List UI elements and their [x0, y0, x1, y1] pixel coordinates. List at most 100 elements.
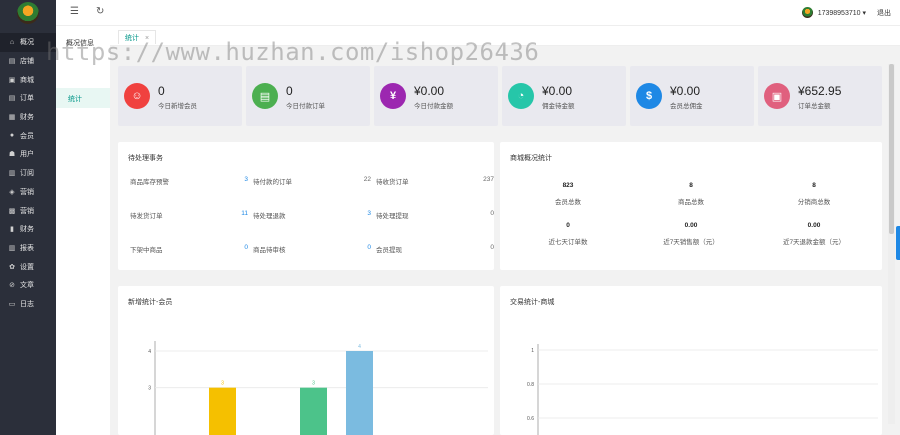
gift-icon: ▩ — [8, 207, 16, 215]
sidebar-item-label: 商城 — [20, 76, 34, 84]
sidebar-item-12[interactable]: ✿ 设置 — [0, 257, 56, 276]
sidebar-item-label: 概况 — [20, 39, 34, 47]
stat-card[interactable]: ¥ ¥0.00 今日付款金额 — [374, 66, 498, 126]
mall-stat-value: 8 — [689, 182, 693, 189]
stat-card[interactable]: ▤ 0 今日付款订单 — [246, 66, 370, 126]
finance-icon: ▦ — [8, 114, 16, 122]
todo-label[interactable]: 待发货订单 — [130, 210, 163, 220]
bar[interactable] — [300, 387, 327, 435]
stat-value: ¥0.00 — [670, 84, 701, 98]
sidebar-item-label: 报表 — [20, 244, 34, 252]
todo-label[interactable]: 商品待审核 — [253, 244, 286, 254]
stat-label: 今日新增会员 — [158, 103, 197, 110]
stat-icon: ☺ — [124, 83, 150, 109]
trade-line-chart: 1 0.8 0.6 — [527, 344, 878, 435]
sidebar-item-13[interactable]: ⊘ 文章 — [0, 276, 56, 295]
logout-link[interactable]: 退出 — [877, 8, 891, 18]
subnav-item-stats[interactable]: 统计 — [56, 88, 110, 108]
log-icon: ▭ — [8, 300, 16, 308]
avatar — [801, 7, 813, 18]
order-icon: ▤ — [8, 95, 16, 103]
todo-label[interactable]: 下架中商品 — [130, 244, 163, 254]
mall-stat-label: 会员总数 — [555, 199, 581, 206]
todo-label[interactable]: 待收货订单 — [376, 176, 409, 186]
sidebar-item-label: 营销 — [20, 188, 34, 196]
user-icon: ☗ — [8, 151, 16, 159]
sidebar-item-10[interactable]: ▮ 财务 — [0, 220, 56, 239]
mall-overview-title: 商城概况统计 — [510, 155, 552, 162]
todo-label[interactable]: 待处理退款 — [253, 210, 286, 220]
todo-label[interactable]: 待付款的订单 — [253, 176, 292, 186]
sidebar-item-4[interactable]: ▦ 财务 — [0, 108, 56, 127]
refresh-icon[interactable]: ↻ — [96, 6, 104, 17]
todo-label[interactable]: 待处理提现 — [376, 210, 409, 220]
y-tick-label: 0.8 — [527, 382, 534, 388]
stat-label: 订单总金额 — [798, 103, 831, 110]
sidebar-item-2[interactable]: ▣ 商城 — [0, 70, 56, 89]
settings-icon: ✿ — [9, 263, 15, 271]
bar[interactable] — [346, 351, 373, 435]
y-tick-label: 3 — [148, 386, 151, 392]
todo-label[interactable]: 商品库存预警 — [130, 176, 169, 186]
menu-toggle-icon[interactable]: ☰ — [70, 6, 79, 17]
sidebar-item-label: 财务 — [20, 114, 34, 122]
sidebar-item-3[interactable]: ▤ 订单 — [0, 89, 56, 108]
sidebar-item-14[interactable]: ▭ 日志 — [0, 295, 56, 314]
sidebar-item-label: 会员 — [20, 132, 34, 140]
stat-card[interactable]: ☺ 0 今日新增会员 — [118, 66, 242, 126]
sidebar-item-6[interactable]: ☗ 用户 — [0, 145, 56, 164]
stat-card[interactable]: ◔ ¥0.00 佣金待金额 — [502, 66, 626, 126]
bar-value-label: 3 — [221, 381, 224, 387]
stat-value: 0 — [158, 84, 165, 98]
mall-stat-label: 近7天销售额（元） — [663, 239, 719, 246]
member-icon: ● — [9, 132, 15, 140]
todo-label[interactable]: 会员提现 — [376, 244, 402, 254]
shop-icon: ▣ — [8, 76, 16, 84]
bar-value-label: 4 — [358, 344, 361, 350]
username: 17398953710 ▾ — [817, 9, 866, 17]
report-icon: ▥ — [8, 244, 16, 252]
sidebar-item-label: 财务 — [20, 226, 34, 234]
sidebar-item-5[interactable]: ● 会员 — [0, 126, 56, 145]
mall-stat-value: 0.00 — [684, 222, 698, 229]
y-tick-label: 0.6 — [527, 416, 534, 422]
side-float-tab[interactable] — [896, 226, 900, 260]
scrollbar-thumb[interactable] — [889, 64, 894, 234]
bar[interactable] — [209, 387, 236, 435]
todo-count[interactable]: 0 — [228, 244, 248, 251]
sidebar-item-8[interactable]: ◈ 营销 — [0, 183, 56, 202]
logo[interactable] — [17, 2, 39, 24]
user-menu[interactable]: 17398953710 ▾ — [801, 7, 866, 18]
sidebar-item-9[interactable]: ▩ 营销 — [0, 201, 56, 220]
sidebar-item-label: 营销 — [20, 207, 34, 215]
stat-icon: ▤ — [252, 83, 278, 109]
article-icon: ⊘ — [9, 282, 15, 290]
stat-card[interactable]: ▣ ¥652.95 订单总金额 — [758, 66, 882, 126]
todo-count[interactable]: 0 — [351, 244, 371, 251]
todo-count[interactable]: 3 — [228, 176, 248, 183]
todo-count[interactable]: 11 — [228, 210, 248, 217]
mall-stat-label: 分销商总数 — [797, 199, 831, 206]
stat-icon: ▣ — [764, 83, 790, 109]
y-tick-label: 1 — [531, 348, 534, 354]
stat-card[interactable]: $ ¥0.00 会员总佣金 — [630, 66, 754, 126]
stat-value: ¥652.95 — [798, 84, 842, 98]
stat-label: 今日付款金额 — [414, 103, 453, 110]
todo-title: 待处理事务 — [128, 155, 163, 162]
bar-value-label: 3 — [312, 381, 315, 387]
sidebar-item-7[interactable]: ▥ 订阅 — [0, 164, 56, 183]
list-icon: ▥ — [8, 170, 16, 178]
stat-label: 会员总佣金 — [670, 103, 703, 110]
sidebar-item-label: 订单 — [20, 95, 34, 103]
mall-stat-value: 0.00 — [807, 222, 821, 229]
todo-count[interactable]: 0 — [474, 244, 494, 251]
todo-count[interactable]: 0 — [474, 210, 494, 217]
content-area: ☺ 0 今日新增会员 ▤ 0 今日付款订单 ¥ ¥0.00 今日付款金额 ◔ ¥0.00 佣金待金额 $… — [110, 46, 890, 435]
mall-stat-label: 近七天订单数 — [548, 239, 588, 246]
sidebar-item-label: 日志 — [20, 300, 34, 308]
todo-count[interactable]: 237 — [474, 176, 494, 183]
todo-count[interactable]: 22 — [351, 176, 371, 183]
watermark: https://www.huzhan.com/ishop26436 — [46, 38, 540, 66]
sidebar-item-11[interactable]: ▥ 报表 — [0, 239, 56, 258]
todo-count[interactable]: 3 — [351, 210, 371, 217]
